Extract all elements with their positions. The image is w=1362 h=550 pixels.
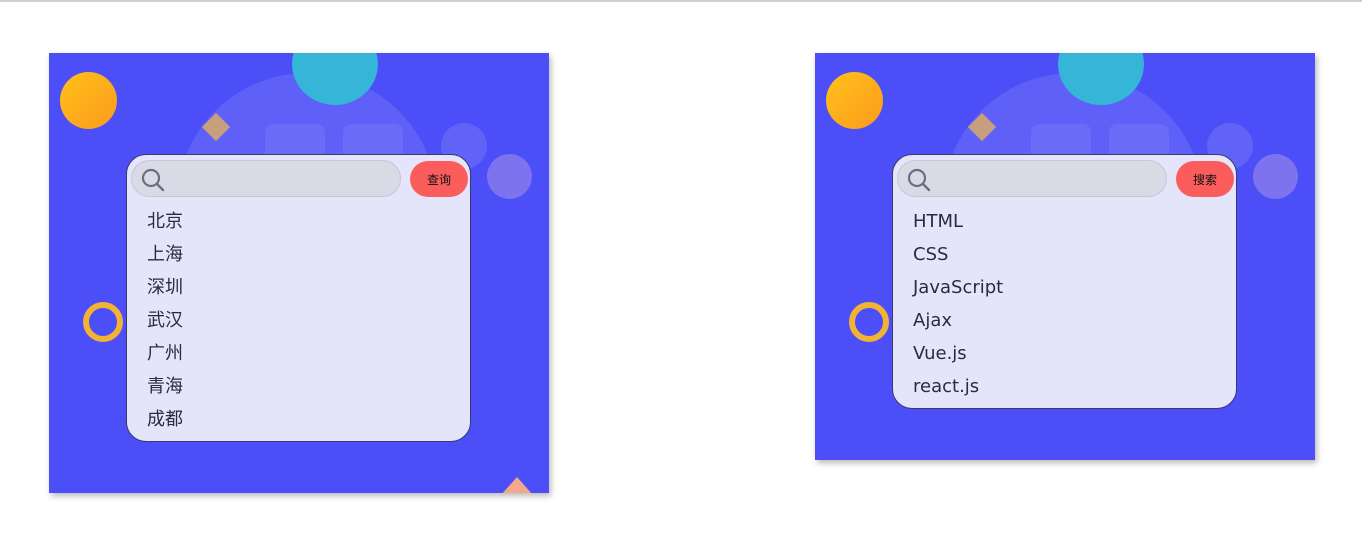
list-item[interactable]: CSS (913, 238, 1003, 271)
search-icon (907, 168, 931, 192)
list-item[interactable]: 北京 (147, 205, 183, 238)
lilac-circle-decoration (1253, 154, 1298, 199)
search-demo-panel-cities: 查询 北京 上海 深圳 武汉 广州 青海 成都 (49, 53, 549, 493)
list-item[interactable]: HTML (913, 205, 1003, 238)
result-list: 北京 上海 深圳 武汉 广州 青海 成都 (147, 205, 183, 436)
list-item[interactable]: 广州 (147, 337, 183, 370)
search-demo-panel-tech: 搜索 HTML CSS JavaScript Ajax Vue.js react… (815, 53, 1315, 460)
ring-decoration (83, 302, 123, 342)
ring-decoration (849, 302, 889, 342)
search-input-container[interactable] (897, 160, 1167, 198)
list-item[interactable]: 青海 (147, 370, 183, 403)
search-box: 查询 北京 上海 深圳 武汉 广州 青海 成都 (126, 154, 471, 442)
triangle-decoration (501, 477, 533, 493)
search-box: 搜索 HTML CSS JavaScript Ajax Vue.js react… (892, 154, 1237, 409)
result-list: HTML CSS JavaScript Ajax Vue.js react.js (913, 205, 1003, 403)
list-item[interactable]: JavaScript (913, 271, 1003, 304)
orange-circle-decoration (826, 72, 883, 129)
search-bar: 查询 (131, 159, 468, 199)
query-button[interactable]: 查询 (410, 161, 468, 197)
list-item[interactable]: 深圳 (147, 271, 183, 304)
search-input[interactable] (936, 161, 1164, 198)
search-input-container[interactable] (131, 160, 401, 198)
list-item[interactable]: 上海 (147, 238, 183, 271)
list-item[interactable]: 成都 (147, 403, 183, 436)
orange-circle-decoration (60, 72, 117, 129)
list-item[interactable]: Vue.js (913, 337, 1003, 370)
search-icon (141, 168, 165, 192)
list-item[interactable]: Ajax (913, 304, 1003, 337)
list-item[interactable]: 武汉 (147, 304, 183, 337)
list-item[interactable]: react.js (913, 370, 1003, 403)
lilac-circle-decoration (487, 154, 532, 199)
search-bar: 搜索 (897, 159, 1234, 199)
search-input[interactable] (170, 161, 398, 198)
search-button[interactable]: 搜索 (1176, 161, 1234, 197)
browser-top-border (0, 0, 1362, 2)
